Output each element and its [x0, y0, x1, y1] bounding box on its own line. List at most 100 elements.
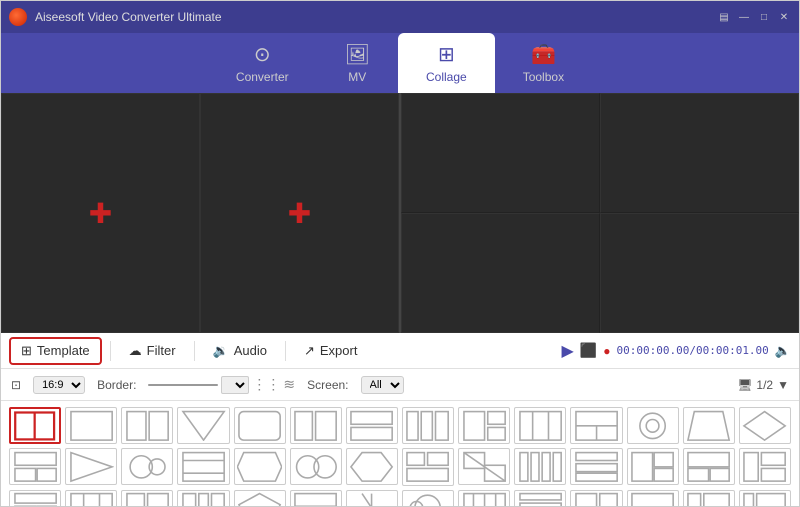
- preview-panels-right: [401, 93, 799, 333]
- template-item-15[interactable]: [9, 448, 61, 485]
- page-chevron[interactable]: ▼: [777, 378, 789, 392]
- template-item-10[interactable]: [514, 407, 566, 444]
- content-wrapper: ✚ ✚ ⊞ Template: [1, 93, 799, 506]
- video-panel-3[interactable]: [401, 93, 600, 213]
- template-item-27[interactable]: [683, 448, 735, 485]
- template-item-40[interactable]: [627, 490, 679, 507]
- toolbar-row: ⊞ Template ☁ Filter 🔉 Audio ↗ Export: [1, 333, 799, 369]
- audio-icon: 🔉: [213, 343, 229, 359]
- filter-button[interactable]: ☁ Filter: [119, 339, 186, 363]
- maximize-button[interactable]: □: [757, 10, 771, 24]
- template-item-23[interactable]: [458, 448, 510, 485]
- toolbar-export-button[interactable]: ↗ Export: [294, 339, 367, 363]
- border-width-select[interactable]: ─: [221, 376, 249, 394]
- template-item-33[interactable]: [234, 490, 286, 507]
- template-item-31[interactable]: [121, 490, 173, 507]
- video-panel-2[interactable]: ✚: [200, 93, 399, 333]
- template-item-29[interactable]: [9, 490, 61, 507]
- border-stripes-button[interactable]: ≋: [283, 376, 295, 393]
- template-item-35[interactable]: [346, 490, 398, 507]
- template-item-19[interactable]: [234, 448, 286, 485]
- app-window: Aiseesoft Video Converter Ultimate ▤ — □…: [0, 0, 800, 507]
- template-item-30[interactable]: [65, 490, 117, 507]
- template-item-25[interactable]: [570, 448, 622, 485]
- ratio-select[interactable]: 16:9 4:3 1:1: [33, 376, 85, 394]
- add-video-icon-2: ✚: [288, 197, 311, 230]
- template-item-2[interactable]: [65, 407, 117, 444]
- play-button[interactable]: ▶: [561, 341, 573, 361]
- screen-label: Screen:: [307, 378, 348, 392]
- tab-mv[interactable]: 🖼 MV: [317, 33, 398, 93]
- export-icon: ↗: [304, 343, 315, 359]
- converter-icon: ⊙: [254, 42, 271, 67]
- minimize-button[interactable]: —: [737, 10, 751, 24]
- video-panel-5[interactable]: [401, 213, 600, 333]
- toolbox-icon: 🧰: [531, 42, 556, 67]
- video-panel-1[interactable]: ✚: [1, 93, 200, 333]
- close-button[interactable]: ✕: [777, 10, 791, 24]
- template-button[interactable]: ⊞ Template: [9, 337, 102, 365]
- template-item-20[interactable]: [290, 448, 342, 485]
- template-item-3[interactable]: [121, 407, 173, 444]
- border-line: [148, 384, 218, 386]
- divider-1: [110, 341, 111, 361]
- template-item-9[interactable]: [458, 407, 510, 444]
- app-logo: [9, 8, 27, 26]
- template-item-24[interactable]: [514, 448, 566, 485]
- app-title: Aiseesoft Video Converter Ultimate: [35, 10, 717, 24]
- template-item-17[interactable]: [121, 448, 173, 485]
- template-item-37[interactable]: [458, 490, 510, 507]
- template-item-18[interactable]: [177, 448, 229, 485]
- tab-collage[interactable]: ⊞ Collage: [398, 33, 495, 93]
- monitor-icon: 🖥: [737, 378, 752, 392]
- page-indicator: 1/2: [756, 378, 773, 392]
- border-controls: ─ ⋮⋮ ≋: [148, 376, 295, 394]
- template-item-4[interactable]: [177, 407, 229, 444]
- tab-converter[interactable]: ⊙ Converter: [208, 33, 317, 93]
- template-item-41[interactable]: [683, 490, 735, 507]
- message-icon[interactable]: ▤: [717, 10, 731, 24]
- template-item-28[interactable]: [739, 448, 791, 485]
- video-panel-4[interactable]: [600, 93, 799, 213]
- template-item-6[interactable]: [290, 407, 342, 444]
- filter-icon: ☁: [129, 343, 142, 359]
- template-item-21[interactable]: [346, 448, 398, 485]
- video-panel-6[interactable]: [600, 213, 799, 333]
- template-item-16[interactable]: [65, 448, 117, 485]
- template-item-32[interactable]: [177, 490, 229, 507]
- toolbar-export-label: Export: [320, 343, 358, 358]
- template-item-38[interactable]: [514, 490, 566, 507]
- volume-icon[interactable]: 🔈: [775, 343, 791, 359]
- template-item-14[interactable]: [739, 407, 791, 444]
- collage-icon: ⊞: [438, 42, 455, 67]
- mv-icon: 🖼: [345, 42, 370, 67]
- tab-collage-label: Collage: [426, 70, 467, 84]
- record-button[interactable]: ●: [603, 344, 610, 358]
- divider-3: [285, 341, 286, 361]
- preview-area: ✚ ✚: [1, 93, 799, 333]
- audio-button[interactable]: 🔉 Audio: [203, 339, 277, 363]
- template-item-42[interactable]: [739, 490, 791, 507]
- template-item-11[interactable]: [570, 407, 622, 444]
- template-item-7[interactable]: [346, 407, 398, 444]
- template-item-5[interactable]: [234, 407, 286, 444]
- template-item-1[interactable]: [9, 407, 61, 444]
- template-item-12[interactable]: [627, 407, 679, 444]
- playback-controls: ▶ ⬛ ● 00:00:00.00/00:00:01.00 🔈: [561, 341, 791, 361]
- template-item-34[interactable]: [290, 490, 342, 507]
- template-item-22[interactable]: [402, 448, 454, 485]
- stop-button[interactable]: ⬛: [580, 342, 597, 359]
- tab-mv-label: MV: [348, 70, 366, 84]
- template-item-26[interactable]: [627, 448, 679, 485]
- bottom-panel: ⊞ Template ☁ Filter 🔉 Audio ↗ Export: [1, 333, 799, 506]
- template-item-13[interactable]: [683, 407, 735, 444]
- template-label: Template: [37, 343, 90, 358]
- add-video-icon-1: ✚: [89, 197, 112, 230]
- template-item-8[interactable]: [402, 407, 454, 444]
- template-item-36[interactable]: [402, 490, 454, 507]
- screen-select[interactable]: All 1 2: [361, 376, 404, 394]
- options-row: ⊡ 16:9 4:3 1:1 Border: ─ ⋮⋮ ≋ Screen:: [1, 369, 799, 401]
- tab-toolbox[interactable]: 🧰 Toolbox: [495, 33, 592, 93]
- template-item-39[interactable]: [570, 490, 622, 507]
- border-dots-button[interactable]: ⋮⋮: [252, 376, 280, 393]
